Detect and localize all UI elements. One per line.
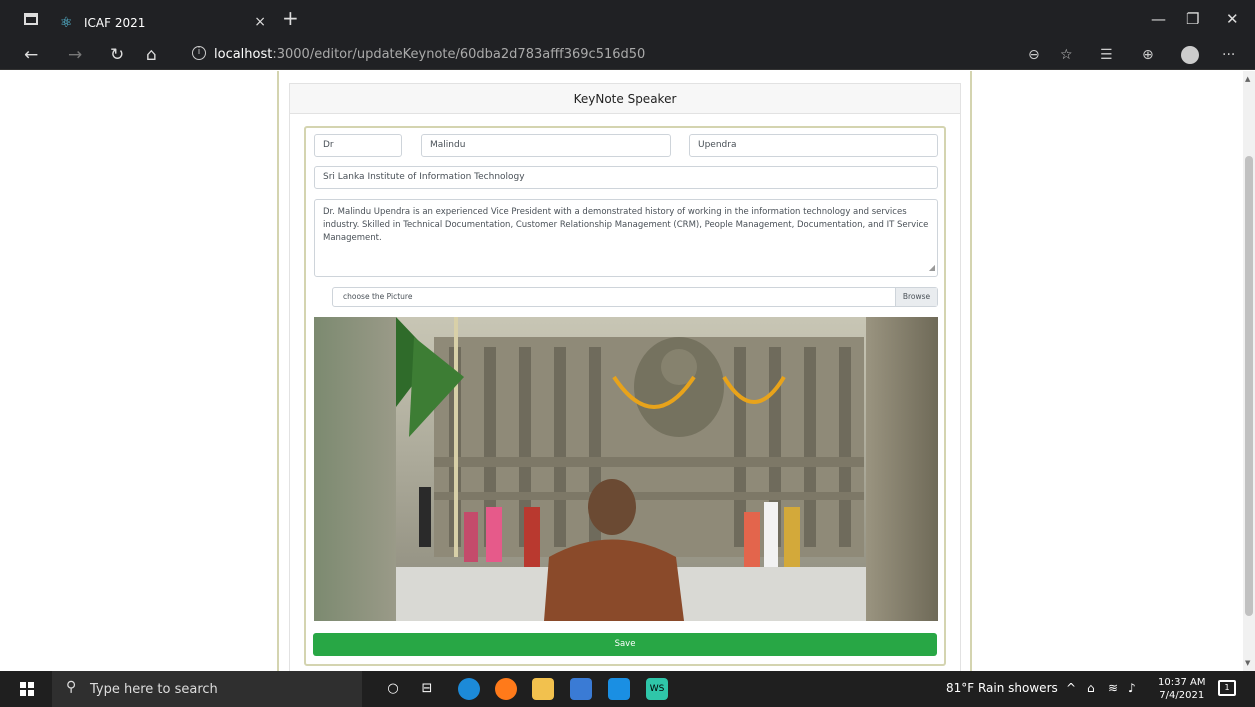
browse-button[interactable]: Browse (895, 288, 937, 306)
windows-taskbar: ⚲ Type here to search ○ ⊟ WS 81°F Rain s… (0, 671, 1255, 707)
resize-handle-icon[interactable]: ◢ (929, 261, 935, 274)
volume-icon[interactable]: ♪ (1128, 681, 1136, 695)
profile-avatar[interactable] (1181, 46, 1199, 64)
back-icon[interactable]: ← (24, 45, 38, 65)
scrollbar-thumb[interactable] (1245, 156, 1253, 616)
edge-icon[interactable] (458, 678, 480, 700)
bio-text: Dr. Malindu Upendra is an experienced Vi… (323, 207, 929, 243)
last-name-input[interactable]: Upendra (689, 134, 938, 157)
browser-tab[interactable]: ⚛ ICAF 2021 × (50, 6, 272, 40)
page-viewport: KeyNote Speaker Dr Malindu Upendra Sri L… (0, 71, 1243, 671)
zoom-icon[interactable]: ⊖ (1028, 47, 1040, 63)
more-menu-icon[interactable]: ··· (1222, 47, 1235, 63)
store-icon[interactable] (570, 678, 592, 700)
tab-actions-icon[interactable] (24, 13, 38, 25)
bio-textarea[interactable]: Dr. Malindu Upendra is an experienced Vi… (314, 199, 938, 277)
clock-time: 10:37 AM (1158, 677, 1206, 688)
tab-close-icon[interactable]: × (254, 14, 266, 30)
search-icon: ⚲ (66, 679, 77, 695)
favorite-add-icon[interactable]: ☆ (1060, 47, 1073, 63)
firefox-icon[interactable] (495, 678, 517, 700)
picture-file-input[interactable]: choose the Picture Browse (332, 287, 938, 307)
file-explorer-icon[interactable] (532, 678, 554, 700)
weather-widget[interactable]: 81°F Rain showers (946, 681, 1058, 695)
refresh-icon[interactable]: ↻ (110, 45, 124, 65)
windows-start-icon[interactable] (20, 682, 34, 696)
webstorm-icon[interactable]: WS (646, 678, 668, 700)
address-bar[interactable]: localhost:3000/editor/updateKeynote/60db… (214, 47, 645, 62)
task-view-icon[interactable]: ⊟ (416, 678, 438, 700)
file-input-label: choose the Picture (343, 292, 413, 301)
minimize-icon[interactable]: — (1151, 10, 1166, 28)
mail-icon[interactable] (608, 678, 630, 700)
network-icon[interactable]: ⌂ (1087, 681, 1095, 695)
keynote-card: KeyNote Speaker Dr Malindu Upendra Sri L… (289, 83, 961, 671)
restore-icon[interactable]: ❐ (1186, 10, 1199, 28)
speaker-photo-image (314, 317, 938, 621)
window-close-icon[interactable]: ✕ (1226, 10, 1239, 28)
keynote-form: Dr Malindu Upendra Sri Lanka Institute o… (304, 126, 946, 666)
scroll-up-icon[interactable]: ▲ (1245, 75, 1250, 83)
react-favicon-icon: ⚛ (60, 15, 73, 31)
tray-chevron-icon[interactable]: ^ (1066, 681, 1076, 695)
url-path: :3000/editor/updateKeynote/60dba2d783aff… (272, 47, 646, 62)
speaker-photo (314, 317, 938, 621)
page-scrollbar[interactable]: ▲ ▼ (1243, 71, 1255, 671)
browser-navbar: ← → ↻ ⌂ i localhost:3000/editor/updateKe… (0, 40, 1255, 70)
scroll-down-icon[interactable]: ▼ (1245, 659, 1250, 667)
collections-icon[interactable]: ⊕ (1142, 47, 1154, 63)
save-button[interactable]: Save (313, 633, 937, 656)
taskbar-search[interactable]: ⚲ Type here to search (52, 671, 362, 707)
title-input[interactable]: Dr (314, 134, 402, 157)
taskbar-clock[interactable]: 10:37 AM 7/4/2021 (1158, 676, 1205, 702)
first-name-input[interactable]: Malindu (421, 134, 671, 157)
site-info-icon[interactable]: i (192, 46, 206, 60)
favorites-icon[interactable]: ☰ (1100, 47, 1113, 63)
cortana-icon[interactable]: ○ (382, 678, 404, 700)
institution-input[interactable]: Sri Lanka Institute of Information Techn… (314, 166, 938, 189)
tab-title: ICAF 2021 (84, 16, 146, 30)
card-header: KeyNote Speaker (290, 84, 960, 114)
browser-titlebar: ⚛ ICAF 2021 × + — ❐ ✕ (0, 0, 1255, 40)
notification-icon[interactable]: 1 (1218, 680, 1236, 696)
wifi-icon[interactable]: ≋ (1108, 681, 1118, 695)
search-placeholder: Type here to search (90, 682, 218, 697)
clock-date: 7/4/2021 (1159, 690, 1205, 701)
url-host: localhost (214, 47, 273, 62)
new-tab-icon[interactable]: + (282, 8, 299, 28)
forward-icon[interactable]: → (68, 45, 82, 65)
home-icon[interactable]: ⌂ (146, 45, 157, 65)
